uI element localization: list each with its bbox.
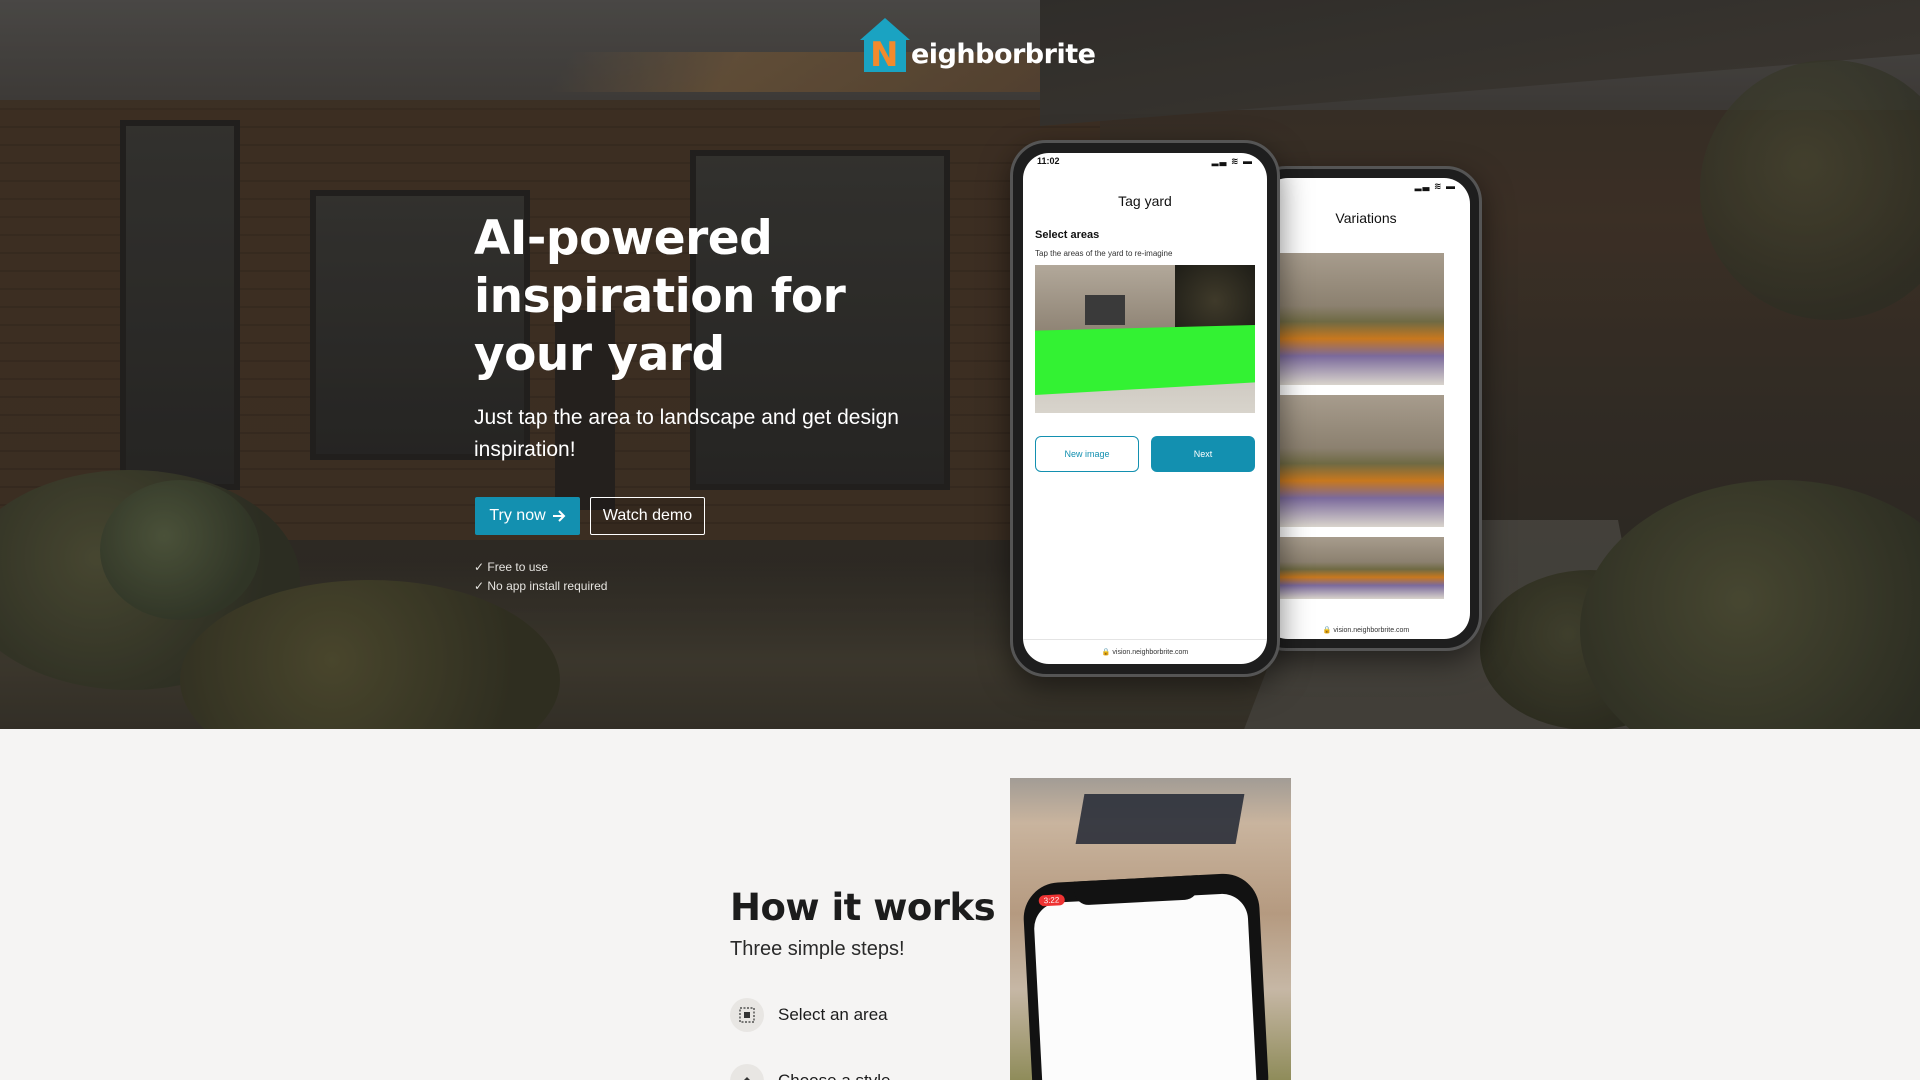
select-areas-help: Tap the areas of the yard to re-imagine bbox=[1035, 249, 1173, 258]
status-icons: ▂▃ ≋ ▬ bbox=[1211, 156, 1253, 166]
next-button[interactable]: Next bbox=[1151, 436, 1255, 472]
logo-wordmark: eighborbrite bbox=[911, 39, 1096, 70]
perk-item: ✓ Free to use bbox=[474, 560, 549, 574]
select-area-icon bbox=[730, 998, 764, 1032]
status-time: 11:02 bbox=[1037, 156, 1060, 166]
variation-image[interactable] bbox=[1262, 253, 1444, 385]
phone-in-hand: 3:22 bbox=[1021, 871, 1271, 1080]
try-now-button[interactable]: Try now bbox=[475, 497, 580, 535]
url-text: vision.neighborbrite.com bbox=[1112, 649, 1189, 656]
tag-yard-screen: 11:02 ▂▃ ≋ ▬ Tag yard Select areas Tap t… bbox=[1023, 153, 1267, 664]
status-bar: 07 ▂▃ ≋ ▬ bbox=[1264, 181, 1456, 192]
yard-image[interactable] bbox=[1035, 265, 1255, 413]
url-text: vision.neighborbrite.com bbox=[1333, 627, 1410, 634]
variation-image[interactable] bbox=[1262, 537, 1444, 599]
house-logo-icon: N bbox=[860, 18, 910, 74]
status-bar: 11:02 ▂▃ ≋ ▬ bbox=[1037, 156, 1253, 167]
status-icons: ▂▃ ≋ ▬ bbox=[1414, 181, 1456, 191]
watch-demo-button[interactable]: Watch demo bbox=[590, 497, 705, 535]
try-now-label: Try now bbox=[489, 507, 546, 524]
select-areas-label: Select areas bbox=[1035, 229, 1100, 241]
selected-lawn-area[interactable] bbox=[1035, 325, 1255, 395]
tag-yard-title: Tag yard bbox=[1118, 193, 1172, 209]
hero-headline: AI-powered inspiration for your yard bbox=[474, 211, 846, 382]
how-it-works-subtitle: Three simple steps! bbox=[730, 938, 905, 960]
variations-screen: 07 ▂▃ ≋ ▬ Variations ge 🔒 vision.neighbo… bbox=[1262, 178, 1470, 639]
how-it-works-title: How it works bbox=[730, 886, 996, 929]
logo-letter: N bbox=[870, 35, 899, 75]
hero-overlay bbox=[0, 0, 1920, 729]
neighborbrite-logo[interactable]: N eighborbrite bbox=[860, 16, 1096, 74]
perks-list: ✓ Free to use ✓ No app install required bbox=[474, 558, 607, 596]
style-icon: ◆ bbox=[730, 1064, 764, 1080]
tag-yard-phone-mockup: 11:02 ▂▃ ≋ ▬ Tag yard Select areas Tap t… bbox=[1010, 140, 1280, 677]
variations-phone-mockup: 07 ▂▃ ≋ ▬ Variations ge 🔒 vision.neighbo… bbox=[1250, 166, 1482, 651]
arrow-right-icon bbox=[552, 510, 566, 522]
hero-subline: Just tap the area to landscape and get d… bbox=[474, 406, 899, 461]
step-label: Select an area bbox=[778, 1005, 888, 1024]
solar-panels bbox=[1075, 794, 1245, 844]
phone-screen bbox=[1032, 892, 1259, 1080]
perk-item: ✓ No app install required bbox=[474, 579, 608, 593]
step-item[interactable]: ◆ Choose a style bbox=[730, 1064, 890, 1080]
how-it-works-photo: 3:22 bbox=[1010, 778, 1291, 1080]
url-bar: 🔒 vision.neighborbrite.com bbox=[1023, 639, 1267, 656]
watch-demo-label: Watch demo bbox=[602, 507, 693, 524]
step-label: Choose a style bbox=[778, 1071, 890, 1080]
variation-image[interactable] bbox=[1262, 395, 1444, 527]
step-item[interactable]: Select an area bbox=[730, 998, 888, 1032]
new-image-button[interactable]: New image bbox=[1035, 436, 1139, 472]
variations-title: Variations bbox=[1335, 210, 1397, 226]
url-bar: 🔒 vision.neighborbrite.com bbox=[1322, 627, 1410, 634]
hero-section: N eighborbrite AI-powered inspiration fo… bbox=[0, 0, 1920, 729]
recording-time-badge: 3:22 bbox=[1038, 894, 1065, 907]
